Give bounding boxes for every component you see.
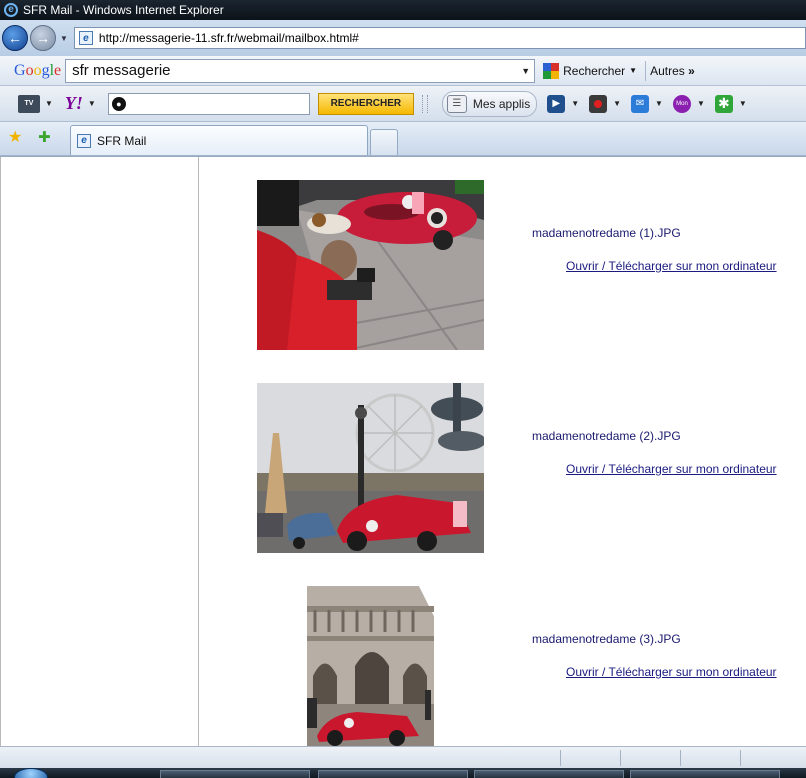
google-search-input[interactable]: sfr messagerie ▼ (65, 58, 536, 83)
tv-label: TV (24, 100, 34, 107)
window-title-bar: e SFR Mail - Windows Internet Explorer (0, 0, 806, 20)
apps-icon: ☰ (446, 94, 467, 113)
photo-thumbnail-1 (257, 180, 484, 350)
google-multicolor-icon (543, 62, 560, 79)
attachment-thumbnail[interactable] (257, 180, 484, 350)
photo-thumbnail-3 (307, 586, 434, 746)
attachment-download-link[interactable]: Ouvrir / Télécharger sur mon ordinateur (566, 665, 777, 679)
attachment-item: madamenotredame (1).JPG Ouvrir / Télécha… (200, 179, 806, 369)
new-tab-button[interactable] (370, 129, 398, 155)
taskbar-button[interactable] (474, 770, 624, 778)
chevron-down-icon[interactable]: ▼ (697, 99, 705, 108)
page-content: madamenotredame (1).JPG Ouvrir / Télécha… (0, 156, 806, 747)
asterisk-icon[interactable]: ✱ (714, 94, 733, 113)
attachment-download-link[interactable]: Ouvrir / Télécharger sur mon ordinateur (566, 462, 777, 476)
status-separator (680, 750, 681, 766)
status-separator (740, 750, 741, 766)
google-search-dropdown-icon[interactable]: ▼ (521, 66, 530, 76)
chevron-down-icon[interactable]: ▼ (655, 99, 663, 108)
status-bar (0, 746, 806, 768)
search-icon: ● (111, 96, 126, 111)
chevron-down-icon[interactable]: ▼ (88, 99, 96, 108)
start-button[interactable] (14, 768, 48, 778)
my-apps-button[interactable]: ☰ Mes applis (441, 90, 538, 117)
back-button[interactable]: ← (2, 25, 28, 51)
mon-icon[interactable]: Mon (672, 94, 691, 113)
chevron-down-icon[interactable]: ▼ (45, 99, 53, 108)
google-logo[interactable]: Google (14, 62, 61, 80)
forward-arrow-icon: → (36, 30, 50, 46)
attachment-filename: madamenotredame (3).JPG (532, 632, 681, 646)
toolbar-separator (645, 60, 647, 81)
navigation-bar: ← → ▼ e http://messagerie-11.sfr.fr/webm… (0, 20, 806, 56)
google-search-button-label: Rechercher (563, 63, 626, 78)
chevron-down-icon[interactable]: ▼ (571, 99, 579, 108)
attachment-filename: madamenotredame (1).JPG (532, 226, 681, 240)
ie-logo-icon: e (4, 3, 18, 17)
google-search-button[interactable]: Rechercher ▼ (539, 62, 641, 79)
record-icon[interactable] (589, 94, 608, 113)
yahoo-toolbar: TV ▼ Y! ▼ ● RECHERCHER ☰ Mes applis ▶ ▼ … (0, 86, 806, 122)
photo-thumbnail-2 (257, 383, 484, 553)
back-arrow-icon: ← (8, 30, 22, 46)
google-toolbar: Google sfr messagerie ▼ Rechercher ▼ Aut… (0, 56, 806, 86)
left-pane (0, 157, 199, 747)
more-label: Autres (650, 63, 685, 78)
double-chevron-icon: » (688, 63, 695, 78)
tv-icon[interactable]: TV (18, 94, 40, 113)
star-icon[interactable]: ★ (8, 129, 26, 147)
chevron-down-icon[interactable]: ▼ (613, 99, 621, 108)
taskbar (0, 768, 806, 778)
attachment-filename: madamenotredame (2).JPG (532, 429, 681, 443)
page-icon: e (78, 31, 93, 45)
attachment-thumbnail[interactable] (257, 383, 484, 553)
forward-button[interactable]: → (30, 25, 56, 51)
attachment-thumbnail[interactable] (307, 586, 434, 746)
yahoo-search-button[interactable]: RECHERCHER (317, 92, 414, 115)
my-apps-label: Mes applis (472, 96, 531, 111)
chevron-down-icon[interactable]: ▼ (739, 99, 747, 108)
mail-icon[interactable]: ✉ (631, 94, 650, 113)
more-button[interactable]: Autres » (650, 64, 695, 78)
history-dropdown-icon[interactable]: ▼ (60, 34, 68, 43)
yahoo-logo[interactable]: Y! (65, 93, 83, 114)
yahoo-logo-text: Y! (64, 93, 83, 113)
tab-bar: ★ ✚ e SFR Mail (0, 122, 806, 156)
yahoo-search-input[interactable]: ● (107, 92, 310, 115)
taskbar-button[interactable] (160, 770, 310, 778)
tab-sfr-mail[interactable]: e SFR Mail (70, 125, 368, 155)
attachment-item: madamenotredame (2).JPG Ouvrir / Télécha… (200, 382, 806, 572)
google-search-value: sfr messagerie (72, 62, 171, 79)
address-url: http://messagerie-11.sfr.fr/webmail/mail… (98, 31, 359, 45)
status-separator (560, 750, 561, 766)
yahoo-search-button-label: RECHERCHER (330, 98, 402, 109)
media-play-icon[interactable]: ▶ (547, 94, 566, 113)
chevron-down-icon: ▼ (629, 66, 638, 75)
taskbar-button[interactable] (318, 770, 468, 778)
attachment-download-link[interactable]: Ouvrir / Télécharger sur mon ordinateur (566, 259, 777, 273)
taskbar-button[interactable] (630, 770, 780, 778)
page-icon: e (77, 133, 91, 148)
tab-label: SFR Mail (97, 133, 147, 148)
toolbar-grip[interactable] (421, 94, 428, 113)
status-separator (620, 750, 621, 766)
address-bar[interactable]: e http://messagerie-11.sfr.fr/webmail/ma… (73, 27, 806, 49)
add-favorite-icon[interactable]: ✚ (38, 129, 56, 147)
window-title: SFR Mail - Windows Internet Explorer (23, 3, 224, 17)
mon-label: Mon (676, 100, 688, 107)
